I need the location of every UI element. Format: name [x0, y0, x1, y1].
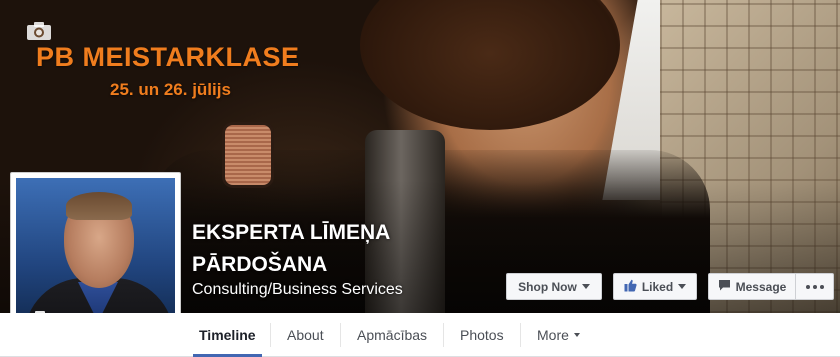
tab-photos[interactable]: Photos	[460, 313, 504, 357]
message-button[interactable]: Message	[708, 273, 796, 300]
speech-bubble-icon	[718, 279, 731, 294]
thread-spool	[225, 125, 271, 185]
tab-divider	[443, 323, 444, 347]
liked-button[interactable]: Liked	[613, 273, 697, 300]
thumbs-up-icon	[624, 279, 637, 295]
page-category[interactable]: Consulting/Business Services	[192, 281, 403, 299]
chevron-down-icon	[678, 284, 687, 289]
page-title[interactable]: EKSPERTA LĪMEŅA PĀRDOŠANA	[192, 217, 492, 281]
shop-now-button[interactable]: Shop Now	[506, 273, 602, 300]
chevron-down-icon	[581, 284, 590, 289]
tab-label: Apmācības	[357, 327, 428, 343]
tab-about[interactable]: About	[287, 313, 324, 357]
page-tab-bar: Timeline About Apmācības Photos More	[0, 313, 840, 357]
tab-divider	[340, 323, 341, 347]
profile-decor	[66, 192, 132, 220]
tab-more[interactable]: More	[537, 313, 580, 357]
promo-title: PB MEISTARKLASE	[36, 42, 300, 72]
promo-date: 25. un 26. jūlijs	[110, 80, 231, 99]
cover-decor	[360, 0, 620, 130]
chevron-down-icon	[573, 333, 580, 337]
tab-divider	[520, 323, 521, 347]
tab-label: Photos	[460, 327, 504, 343]
tab-label: Timeline	[199, 327, 256, 343]
liked-label: Liked	[641, 279, 674, 294]
ellipsis-icon	[805, 284, 824, 289]
tab-apmacibas[interactable]: Apmācības	[357, 313, 427, 357]
tab-label: More	[537, 327, 569, 343]
more-options-button[interactable]	[796, 273, 834, 300]
tab-timeline[interactable]: Timeline	[193, 313, 262, 357]
message-label: Message	[735, 279, 787, 294]
tab-label: About	[287, 327, 324, 343]
tab-divider	[270, 323, 271, 347]
shop-now-label: Shop Now	[518, 279, 577, 294]
